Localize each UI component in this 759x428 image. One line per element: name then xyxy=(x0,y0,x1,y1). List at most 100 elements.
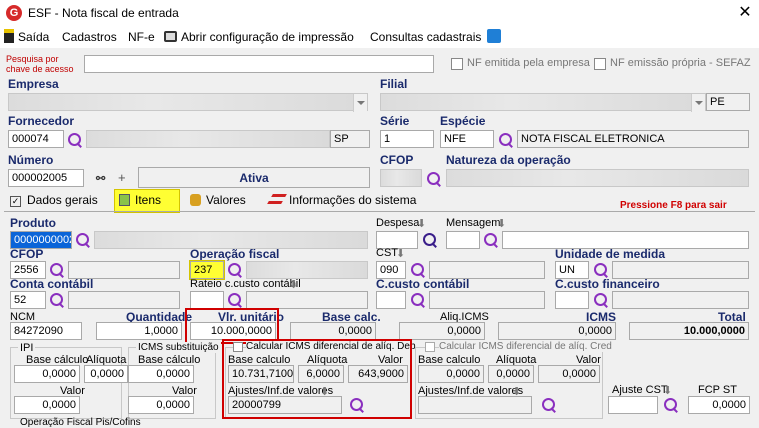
tab-valores-label: Valores xyxy=(206,193,246,207)
tab-valores[interactable]: Valores xyxy=(186,190,250,212)
difal-cred-base-input: 0,0000 xyxy=(418,365,484,383)
icms-st-base-input[interactable]: 0,0000 xyxy=(128,365,194,383)
search-icon[interactable] xyxy=(497,131,515,149)
menu-bar: Saída Cadastros NF-e Abrir configuração … xyxy=(0,26,759,48)
tab-itens[interactable]: Itens xyxy=(114,189,180,213)
mensagem-input[interactable] xyxy=(446,231,480,249)
conta-input[interactable]: 52 xyxy=(10,291,46,309)
unidade-label: Unidade de medida xyxy=(555,247,666,261)
tab-divider xyxy=(4,211,755,212)
especie-input[interactable]: NFE xyxy=(440,130,494,148)
search-icon[interactable] xyxy=(425,170,443,188)
rateio-desc xyxy=(246,291,368,309)
tab-dados-gerais-label: Dados gerais xyxy=(27,193,98,207)
nf-propria-checkbox[interactable] xyxy=(594,58,606,70)
especie-label: Espécie xyxy=(440,114,486,128)
search-icon[interactable] xyxy=(482,231,500,249)
search-icon[interactable] xyxy=(540,396,558,414)
nf-emitida-checkbox[interactable] xyxy=(451,58,463,70)
icms-input: 0,0000 xyxy=(498,322,616,340)
menu-nfe[interactable]: NF-e xyxy=(128,30,155,44)
especie-desc: NOTA FISCAL ELETRONICA xyxy=(517,130,749,148)
filial-select[interactable] xyxy=(380,93,706,111)
search-input[interactable] xyxy=(84,55,434,73)
difal-cred-checkbox[interactable] xyxy=(425,342,435,352)
f8-hint: Pressione F8 para sair xyxy=(620,200,727,211)
filial-uf: PE xyxy=(706,93,750,111)
menu-consultas[interactable]: Consultas cadastrais xyxy=(370,30,481,44)
operacao-input[interactable]: 237 xyxy=(189,260,225,280)
ccusto-desc xyxy=(429,291,545,309)
arrow-down-icon: ⬇ xyxy=(289,279,299,291)
window-title: ESF - Nota fiscal de entrada xyxy=(28,6,179,20)
aliq-icms-input: 0,0000 xyxy=(399,322,485,340)
search-icon[interactable] xyxy=(48,291,66,309)
numero-label: Número xyxy=(8,153,54,167)
cfop-header-input[interactable] xyxy=(380,169,422,187)
chevron-down-icon[interactable] xyxy=(353,94,367,112)
printer-icon xyxy=(164,31,177,42)
tab-info-label: Informações do sistema xyxy=(289,193,417,207)
search-icon[interactable] xyxy=(74,231,92,249)
icms-st-title: ICMS substituição xyxy=(136,342,221,353)
ccusto-label: C.custo contábil xyxy=(376,277,470,291)
title-bar: G ESF - Nota fiscal de entrada ✕ xyxy=(0,0,759,26)
difal-cred-title: Calcular ICMS diferencial de alíq. Cred xyxy=(439,341,612,352)
serie-input[interactable]: 1 xyxy=(380,130,434,148)
ccusto-input[interactable] xyxy=(376,291,406,309)
base-calc-input: 0,0000 xyxy=(290,322,376,340)
search-icon[interactable] xyxy=(409,291,427,309)
fcp-st-input[interactable]: 0,0000 xyxy=(688,396,750,414)
status-badge: Ativa xyxy=(138,167,370,188)
binoculars-icon[interactable]: ⚯ xyxy=(96,172,105,185)
nf-emitida-label: NF emitida pela empresa xyxy=(467,57,590,69)
chevron-down-icon[interactable] xyxy=(691,94,705,112)
cfop-header-label: CFOP xyxy=(380,153,414,167)
ajuste-cst-label: Ajuste CST xyxy=(612,384,668,396)
stripes-icon xyxy=(267,194,287,204)
checkmark-icon: ✓ xyxy=(10,196,21,207)
conta-desc xyxy=(68,291,180,309)
menu-cadastros[interactable]: Cadastros xyxy=(62,30,117,44)
numero-input[interactable]: 000002005 xyxy=(8,169,84,187)
rateio-input[interactable] xyxy=(190,291,224,309)
search-icon[interactable] xyxy=(226,261,244,279)
close-icon[interactable]: ✕ xyxy=(735,2,755,22)
search-icon[interactable] xyxy=(421,231,439,249)
quantidade-input[interactable]: 1,0000 xyxy=(96,322,182,340)
ncm-input[interactable]: 84272090 xyxy=(10,322,82,340)
natureza-label: Natureza da operação xyxy=(446,153,571,167)
search-icon[interactable] xyxy=(662,396,680,414)
difal-cred-ajustes-input[interactable] xyxy=(418,396,532,414)
menu-abrir-config[interactable]: Abrir configuração de impressão xyxy=(181,30,354,44)
tab-itens-label: Itens xyxy=(135,193,162,207)
difal-cred-valor-input: 0,0000 xyxy=(538,365,600,383)
menu-saida[interactable]: Saída xyxy=(18,30,49,44)
natureza-desc xyxy=(446,169,749,187)
plus-icon[interactable]: + xyxy=(118,170,126,185)
search-label: Pesquisa por chave de acesso xyxy=(6,54,74,74)
ipi-base-input[interactable]: 0,0000 xyxy=(14,365,80,383)
fcp-st-label: FCP ST xyxy=(698,384,737,396)
coins-icon xyxy=(190,194,201,206)
search-icon[interactable] xyxy=(226,291,244,309)
filial-label: Filial xyxy=(380,77,408,91)
icms-st-valor-input[interactable]: 0,0000 xyxy=(128,396,194,414)
ccusto-fin-label: C.custo financeiro xyxy=(555,277,660,291)
ipi-title: IPI xyxy=(18,342,36,354)
fornecedor-code[interactable]: 000074 xyxy=(8,130,64,148)
edit-icon xyxy=(119,194,130,206)
tab-info[interactable]: Informações do sistema xyxy=(266,190,420,212)
empresa-select[interactable] xyxy=(8,93,368,111)
search-icon[interactable] xyxy=(66,131,84,149)
cst-label: CST xyxy=(376,247,398,259)
tab-dados-gerais[interactable]: ✓ Dados gerais xyxy=(6,190,102,212)
ipi-aliq-input[interactable]: 0,0000 xyxy=(84,365,128,383)
ajuste-cst-input[interactable] xyxy=(608,396,658,414)
ccusto-fin-input[interactable] xyxy=(555,291,589,309)
search-icon[interactable] xyxy=(592,291,610,309)
highlight-box xyxy=(222,339,412,419)
g-app-icon[interactable] xyxy=(487,29,501,43)
ipi-valor-input[interactable]: 0,0000 xyxy=(14,396,80,414)
serie-label: Série xyxy=(380,114,410,128)
